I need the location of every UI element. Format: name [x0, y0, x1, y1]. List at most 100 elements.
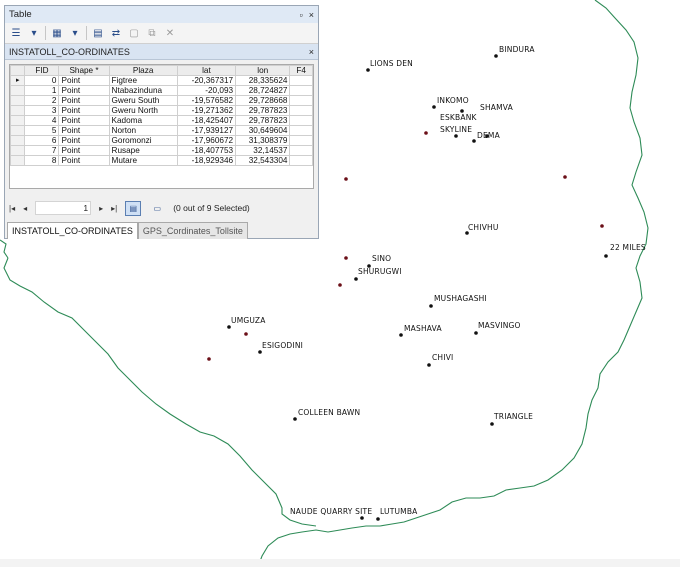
table-row[interactable]: 3 Point Gweru North -19,271362 29,787823 — [10, 105, 313, 116]
column-header[interactable]: lon — [235, 65, 291, 76]
table-cell[interactable]: Point — [58, 85, 110, 96]
tab-gps-cordinates-tollsite[interactable]: GPS_Cordinates_Tollsite — [137, 222, 248, 239]
table-cell[interactable]: Ntabazinduna — [108, 85, 178, 96]
column-header[interactable]: lat — [176, 65, 237, 76]
zoom-to-selected-icon[interactable]: ⧉ — [145, 26, 159, 40]
table-cell[interactable]: 31,308379 — [235, 135, 291, 146]
table-cell[interactable]: 32,14537 — [235, 145, 291, 156]
table-row[interactable]: ▸ 0 Point Figtree -20,367317 28,335624 — [10, 75, 313, 86]
table-cell[interactable]: 29,787823 — [235, 115, 291, 126]
table-cell[interactable] — [289, 85, 313, 96]
next-record-icon[interactable]: ▸ — [99, 204, 103, 213]
table-titlebar[interactable]: Table ▫ × — [5, 6, 318, 23]
table-cell[interactable]: 4 — [24, 115, 60, 126]
row-selector[interactable] — [10, 125, 26, 136]
table-cell[interactable] — [289, 145, 313, 156]
table-options-icon[interactable]: ☰ — [9, 26, 23, 40]
attribute-table[interactable]: FID Shape * Plaza lat lon F4 ▸ 0 Point Figt… — [9, 64, 314, 189]
table-cell[interactable]: 29,787823 — [235, 105, 291, 116]
table-cell[interactable]: 8 — [24, 155, 60, 166]
table-row[interactable]: 1 Point Ntabazinduna -20,093 28,724827 — [10, 85, 313, 96]
table-cell[interactable]: Gweru North — [108, 105, 178, 116]
table-cell[interactable]: Figtree — [108, 75, 178, 86]
table-cell[interactable]: 6 — [24, 135, 60, 146]
select-by-attributes-icon[interactable]: ▤ — [91, 26, 105, 40]
layer-tab-header[interactable]: INSTATOLL_CO-ORDINATES × — [5, 44, 318, 60]
table-cell[interactable]: Point — [58, 95, 110, 106]
table-cell[interactable]: Point — [58, 155, 110, 166]
row-selector[interactable] — [10, 85, 26, 96]
table-cell[interactable]: -17,939127 — [176, 125, 237, 136]
row-selector[interactable] — [10, 105, 26, 116]
table-row[interactable]: 4 Point Kadoma -18,425407 29,787823 — [10, 115, 313, 126]
column-header[interactable]: Plaza — [108, 65, 178, 76]
table-row[interactable]: 2 Point Gweru South -19,576582 29,728668 — [10, 95, 313, 106]
table-cell[interactable]: 2 — [24, 95, 60, 106]
show-selected-records-icon[interactable]: ▭ — [149, 200, 166, 216]
table-cell[interactable]: 32,543304 — [235, 155, 291, 166]
table-cell[interactable]: Point — [58, 135, 110, 146]
table-cell[interactable]: 7 — [24, 145, 60, 156]
dropdown-arrow-icon[interactable]: ▾ — [68, 26, 82, 40]
table-cell[interactable]: Kadoma — [108, 115, 178, 126]
table-cell[interactable]: Point — [58, 75, 110, 86]
table-cell[interactable] — [289, 135, 313, 146]
switch-selection-icon[interactable]: ⇄ — [109, 26, 123, 40]
table-cell[interactable]: Rusape — [108, 145, 178, 156]
row-selector[interactable] — [10, 155, 26, 166]
table-cell[interactable]: 29,728668 — [235, 95, 291, 106]
table-cell[interactable] — [289, 75, 313, 86]
table-row[interactable]: 7 Point Rusape -18,407753 32,14537 — [10, 145, 313, 156]
related-tables-icon[interactable]: ▦ — [50, 26, 64, 40]
restore-icon[interactable]: ▫ — [300, 10, 303, 20]
table-cell[interactable]: -20,093 — [176, 85, 237, 96]
last-record-icon[interactable]: ▸| — [111, 204, 117, 213]
row-selector[interactable] — [10, 115, 26, 126]
table-row[interactable]: 5 Point Norton -17,939127 30,649604 — [10, 125, 313, 136]
table-cell[interactable]: -20,367317 — [176, 75, 237, 86]
table-cell[interactable]: 28,335624 — [235, 75, 291, 86]
table-cell[interactable]: 30,649604 — [235, 125, 291, 136]
previous-record-icon[interactable]: ◂ — [23, 204, 27, 213]
table-cell[interactable]: Gweru South — [108, 95, 178, 106]
table-cell[interactable]: 1 — [24, 85, 60, 96]
table-cell[interactable] — [289, 155, 313, 166]
table-cell[interactable]: -17,960672 — [176, 135, 237, 146]
table-cell[interactable]: -19,576582 — [176, 95, 237, 106]
table-cell[interactable]: 3 — [24, 105, 60, 116]
clear-selection-icon[interactable]: ▢ — [127, 26, 141, 40]
column-header[interactable]: F4 — [289, 65, 313, 76]
record-number-input[interactable]: 1 — [35, 201, 92, 215]
table-cell[interactable] — [289, 125, 313, 136]
table-cell[interactable]: -18,407753 — [176, 145, 237, 156]
row-selector[interactable]: ▸ — [10, 75, 26, 86]
table-row[interactable]: 8 Point Mutare -18,929346 32,543304 — [10, 155, 313, 166]
table-cell[interactable] — [289, 105, 313, 116]
column-header[interactable]: Shape * — [58, 65, 110, 76]
table-cell[interactable]: 0 — [24, 75, 60, 86]
table-cell[interactable]: -18,929346 — [176, 155, 237, 166]
table-cell[interactable]: -18,425407 — [176, 115, 237, 126]
table-cell[interactable] — [289, 115, 313, 126]
table-cell[interactable]: 5 — [24, 125, 60, 136]
close-icon[interactable]: × — [309, 10, 314, 20]
dropdown-arrow-icon[interactable]: ▾ — [27, 26, 41, 40]
show-all-records-icon[interactable]: ▤ — [125, 200, 142, 216]
table-cell[interactable]: Point — [58, 125, 110, 136]
table-cell[interactable] — [289, 95, 313, 106]
row-selector[interactable] — [10, 135, 26, 146]
row-selector[interactable] — [10, 145, 26, 156]
column-header[interactable]: FID — [24, 65, 60, 76]
table-cell[interactable]: Mutare — [108, 155, 178, 166]
delete-selected-icon[interactable]: ✕ — [163, 26, 177, 40]
tab-instatoll-coordinates[interactable]: INSTATOLL_CO-ORDINATES — [7, 222, 138, 239]
row-selector[interactable] — [10, 95, 26, 106]
table-cell[interactable]: Point — [58, 115, 110, 126]
table-row[interactable]: 6 Point Goromonzi -17,960672 31,308379 — [10, 135, 313, 146]
table-cell[interactable]: Norton — [108, 125, 178, 136]
first-record-icon[interactable]: |◂ — [9, 204, 15, 213]
table-cell[interactable]: Goromonzi — [108, 135, 178, 146]
table-window[interactable]: Table ▫ × ☰ ▾ ▦ ▾ ▤ ⇄ ▢ ⧉ ✕ INSTATOLL_CO… — [4, 5, 319, 239]
close-layer-icon[interactable]: × — [309, 47, 314, 57]
table-cell[interactable]: Point — [58, 145, 110, 156]
